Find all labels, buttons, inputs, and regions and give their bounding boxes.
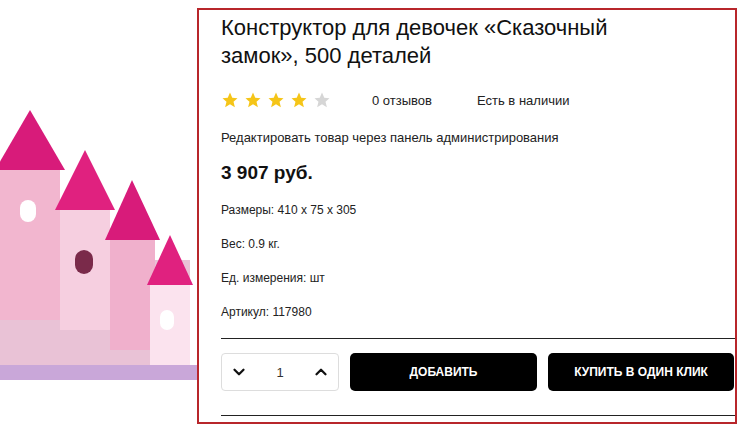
- spec-item: Вес: 0.9 кг.: [221, 237, 735, 251]
- availability: Есть в наличии: [477, 93, 569, 108]
- price: 3 907 руб.: [221, 162, 735, 184]
- divider: [221, 338, 735, 339]
- quantity-field: 1: [221, 353, 339, 391]
- spec-item: Артикул: 117980: [221, 305, 735, 319]
- chevron-up-icon: [312, 363, 330, 381]
- meta-row: 0 отзывовЕсть в наличии: [221, 90, 735, 110]
- add-button[interactable]: ДОБАВИТЬ: [350, 353, 537, 391]
- reviews-count[interactable]: 0 отзывов: [372, 93, 477, 108]
- star-icon: [313, 91, 331, 109]
- product-image: [0, 0, 197, 431]
- star-icon: [267, 91, 285, 109]
- spec-item: Ед. измерения: шт: [221, 271, 735, 285]
- star-icon: [290, 91, 308, 109]
- bottom-divider: [221, 415, 735, 416]
- rating-stars: [221, 91, 372, 109]
- product-page: Конструктор для девочек «Сказочный замок…: [0, 0, 740, 431]
- increase-button[interactable]: [312, 363, 330, 381]
- decrease-button[interactable]: [230, 363, 248, 381]
- buy-one-click-button[interactable]: КУПИТЬ В ОДИН КЛИК: [548, 353, 734, 391]
- star-icon: [221, 91, 239, 109]
- product-title: Конструктор для девочек «Сказочный замок…: [221, 14, 671, 70]
- quantity-value[interactable]: 1: [276, 365, 283, 380]
- action-row: 1 ДОБАВИТЬ КУПИТЬ В ОДИН КЛИК: [221, 353, 735, 391]
- castle-image-icon: [0, 110, 197, 380]
- chevron-down-icon: [230, 363, 248, 381]
- product-panel: Конструктор для девочек «Сказочный замок…: [197, 8, 737, 424]
- spec-item: Размеры: 410 x 75 x 305: [221, 203, 735, 217]
- spec-list: Размеры: 410 x 75 x 305 Вес: 0.9 кг. Ед. и…: [221, 203, 735, 319]
- star-icon: [244, 91, 262, 109]
- admin-note: Редактировать товар через панель админис…: [221, 130, 735, 146]
